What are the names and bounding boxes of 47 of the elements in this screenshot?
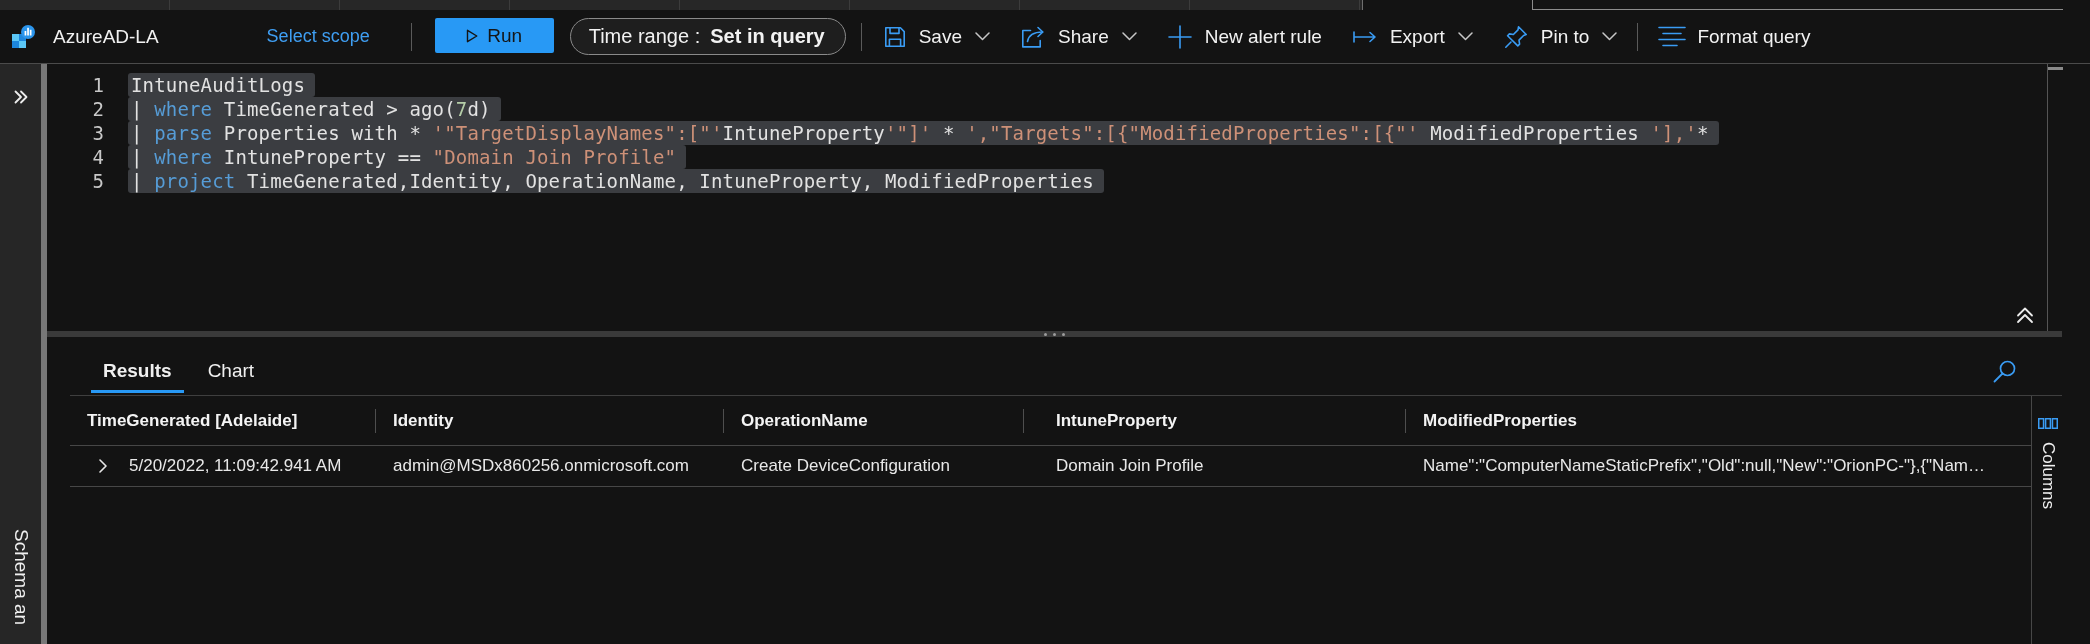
time-range-button[interactable]: Time range : Set in query (569, 18, 846, 55)
logo-icon (12, 25, 35, 48)
text-lines-icon (1658, 26, 1687, 47)
column-header[interactable]: ModifiedProperties (1423, 410, 1577, 431)
chevron-down-icon (1602, 32, 1618, 41)
select-scope-link[interactable]: Select scope (266, 26, 370, 47)
line-number: 2 (92, 97, 104, 121)
chevron-right-icon[interactable] (99, 459, 107, 473)
new-alert-rule-button[interactable]: New alert rule (1167, 24, 1322, 49)
view-tab[interactable]: Chart (195, 352, 267, 393)
line-number: 4 (92, 145, 104, 169)
overview-ruler-mark (2048, 67, 2063, 70)
table-cell: admin@MSDx860256.onmicrosoft.com (393, 456, 689, 476)
chevron-down-icon (1121, 32, 1137, 41)
format-query-button[interactable]: Format query (1658, 25, 1811, 48)
column-header[interactable]: TimeGenerated [Adelaide] (87, 410, 298, 431)
double-chevron-up-icon[interactable] (2016, 306, 2034, 324)
chevron-down-icon (975, 32, 990, 41)
run-button[interactable]: Run (434, 18, 554, 53)
side-panel-label[interactable]: Schema an (10, 529, 31, 626)
column-header[interactable]: Identity (393, 410, 454, 431)
columns-panel-button[interactable]: Columns (2038, 418, 2058, 510)
grip-dots-icon (1044, 332, 1065, 336)
three-bars-icon (2038, 418, 2058, 429)
play-icon (466, 28, 479, 43)
column-header[interactable]: OperationName (741, 410, 868, 431)
arrow-to-right-icon (1352, 30, 1377, 43)
table-cell: Name":"ComputerNameStaticPrefix","Old":null,"New":"OrionPC-"},{"Nam… (1423, 456, 1985, 476)
plus-icon (1167, 24, 1192, 49)
view-tab[interactable]: Results (91, 352, 184, 393)
share-arrow-icon (1021, 25, 1045, 48)
search-icon[interactable] (1993, 359, 2016, 383)
line-number: 3 (92, 121, 104, 145)
chevron-down-icon (1457, 32, 1473, 41)
table-cell: Create DeviceConfiguration (741, 456, 950, 476)
share-button[interactable]: Share (1021, 25, 1137, 48)
line-number: 5 (92, 169, 104, 193)
pin-icon (1503, 24, 1528, 49)
column-header[interactable]: IntuneProperty (1056, 410, 1177, 431)
workspace-name: AzureAD-LA (53, 25, 159, 48)
pin-to-button[interactable]: Pin to (1503, 24, 1618, 49)
export-button[interactable]: Export (1352, 25, 1473, 48)
table-cell: 5/20/2022, 11:09:42.941 AM (129, 456, 342, 476)
save-button[interactable]: Save (883, 25, 990, 48)
double-chevron-right-icon[interactable] (13, 90, 28, 104)
table-cell: Domain Join Profile (1056, 456, 1204, 476)
line-number: 1 (92, 73, 104, 97)
